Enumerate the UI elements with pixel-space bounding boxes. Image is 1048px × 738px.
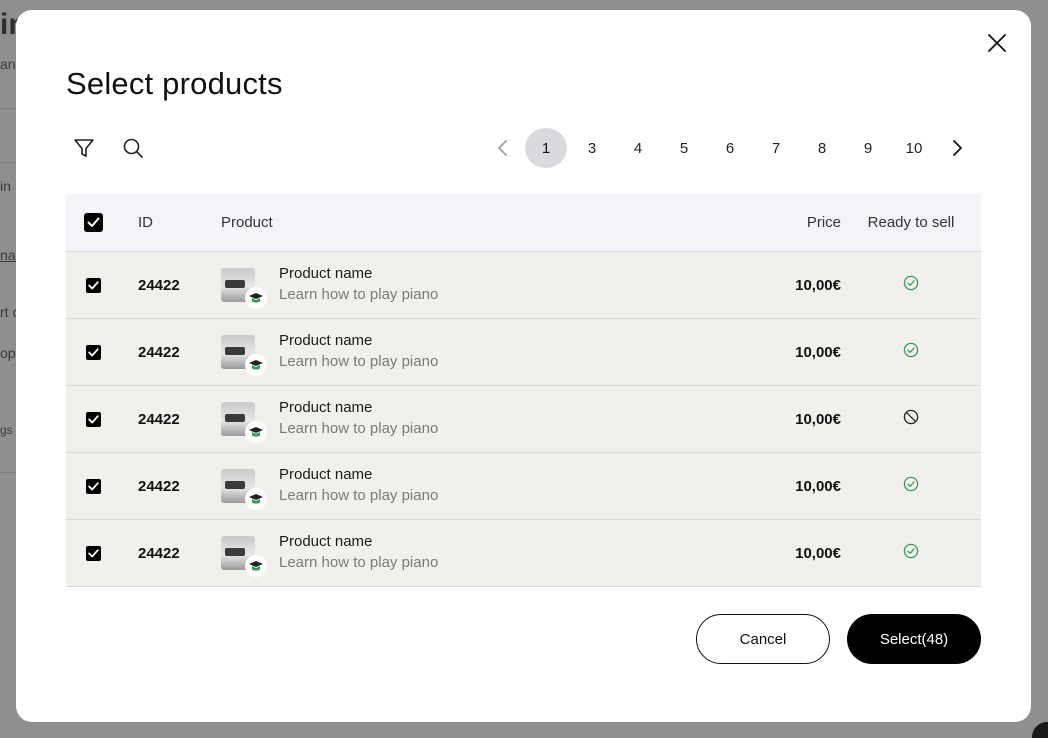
- product-thumbnail: [221, 268, 267, 309]
- product-description: Learn how to play piano: [279, 487, 439, 504]
- product-id: 24422: [138, 343, 180, 361]
- graduation-cap-icon: [245, 354, 267, 376]
- product-id: 24422: [138, 477, 180, 495]
- page-button[interactable]: 4: [615, 128, 661, 168]
- product-price: 10,00€: [795, 343, 841, 361]
- product-id: 24422: [138, 410, 180, 428]
- product-price: 10,00€: [795, 477, 841, 495]
- column-header-product[interactable]: Product: [221, 214, 721, 231]
- product-description: Learn how to play piano: [279, 286, 439, 303]
- product-thumbnail: [221, 335, 267, 376]
- row-checkbox[interactable]: [86, 478, 101, 494]
- product-price: 10,00€: [795, 410, 841, 428]
- product-description: Learn how to play piano: [279, 353, 439, 370]
- product-price: 10,00€: [795, 276, 841, 294]
- product-name: Product name: [279, 265, 373, 282]
- graduation-cap-icon: [245, 421, 267, 443]
- next-page-icon[interactable]: [937, 128, 977, 168]
- ready-check-icon: [903, 543, 919, 564]
- pagination: 1 3 4 5 6 7 8 9 10: [483, 128, 977, 168]
- row-checkbox[interactable]: [86, 411, 101, 427]
- product-name: Product name: [279, 466, 373, 483]
- graduation-cap-icon: [245, 555, 267, 577]
- product-thumbnail: [221, 402, 267, 443]
- product-id: 24422: [138, 276, 180, 294]
- select-products-modal: Select products 1 3 4 5 6 7 8 9 10 ID Pr…: [16, 10, 1031, 722]
- product-name: Product name: [279, 399, 373, 416]
- products-table: ID Product Price Ready to sell 24422 Pro…: [66, 194, 981, 587]
- page-button[interactable]: 9: [845, 128, 891, 168]
- row-checkbox[interactable]: [86, 344, 101, 360]
- table-row[interactable]: 24422 Product name Learn how to play pia…: [66, 252, 981, 319]
- modal-title: Select products: [66, 66, 283, 101]
- table-row[interactable]: 24422 Product name Learn how to play pia…: [66, 386, 981, 453]
- product-name: Product name: [279, 533, 373, 550]
- page-button[interactable]: 10: [891, 128, 937, 168]
- background-text: an: [0, 56, 16, 72]
- not-ready-icon: [903, 409, 919, 430]
- product-description: Learn how to play piano: [279, 554, 439, 571]
- graduation-cap-icon: [245, 488, 267, 510]
- page-button[interactable]: 5: [661, 128, 707, 168]
- table-header: ID Product Price Ready to sell: [66, 194, 981, 252]
- ready-check-icon: [903, 342, 919, 363]
- column-header-id[interactable]: ID: [138, 214, 221, 231]
- select-button[interactable]: Select(48): [847, 614, 981, 664]
- filter-icon[interactable]: [72, 136, 96, 160]
- product-price: 10,00€: [795, 544, 841, 562]
- row-checkbox[interactable]: [86, 277, 101, 293]
- page-button[interactable]: 8: [799, 128, 845, 168]
- page-button-current[interactable]: 1: [525, 128, 567, 168]
- chat-bubble-icon[interactable]: [1032, 722, 1048, 738]
- product-id: 24422: [138, 544, 180, 562]
- column-header-price[interactable]: Price: [721, 214, 841, 231]
- search-icon[interactable]: [121, 136, 145, 160]
- cancel-button[interactable]: Cancel: [696, 614, 830, 664]
- page-button[interactable]: 6: [707, 128, 753, 168]
- prev-page-icon[interactable]: [483, 128, 523, 168]
- graduation-cap-icon: [245, 287, 267, 309]
- ready-check-icon: [903, 476, 919, 497]
- page-button[interactable]: 3: [569, 128, 615, 168]
- page-button[interactable]: 7: [753, 128, 799, 168]
- ready-check-icon: [903, 275, 919, 296]
- close-icon[interactable]: [985, 31, 1009, 55]
- column-header-ready[interactable]: Ready to sell: [841, 214, 981, 231]
- table-row[interactable]: 24422 Product name Learn how to play pia…: [66, 319, 981, 386]
- product-thumbnail: [221, 536, 267, 577]
- table-row[interactable]: 24422 Product name Learn how to play pia…: [66, 453, 981, 520]
- product-name: Product name: [279, 332, 373, 349]
- background-text: gs: [0, 423, 13, 437]
- product-thumbnail: [221, 469, 267, 510]
- background-text: in: [0, 178, 11, 194]
- product-description: Learn how to play piano: [279, 420, 439, 437]
- table-row[interactable]: 24422 Product name Learn how to play pia…: [66, 520, 981, 587]
- select-all-checkbox[interactable]: [84, 213, 103, 232]
- row-checkbox[interactable]: [86, 545, 101, 561]
